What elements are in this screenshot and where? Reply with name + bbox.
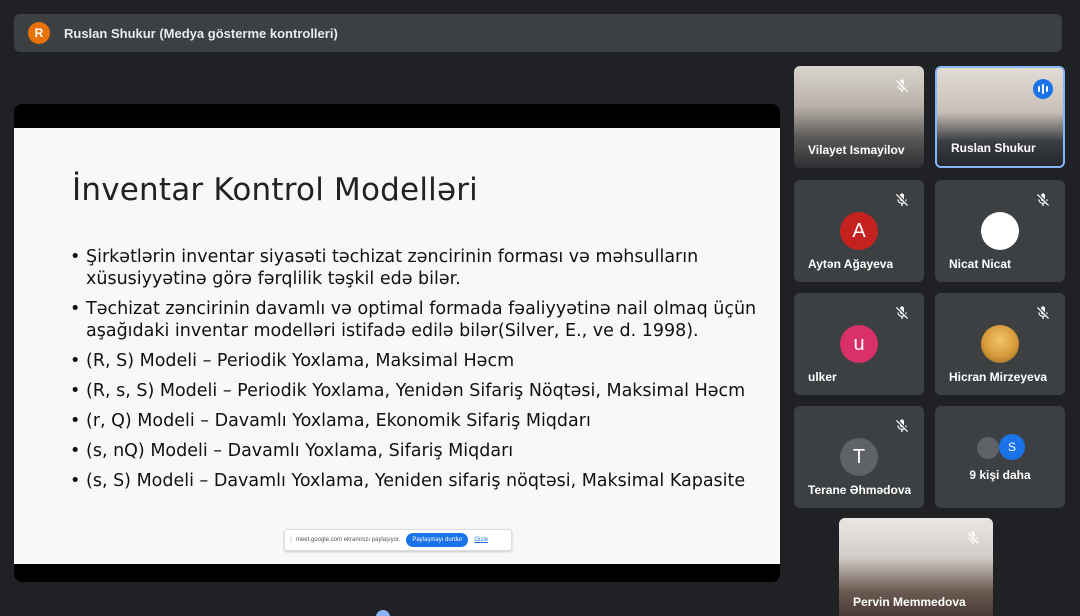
control-indicator-icon[interactable]: [376, 610, 390, 616]
mic-off-icon: [896, 193, 908, 206]
presenter-bar[interactable]: R Ruslan Shukur (Medya gösterme kontroll…: [14, 14, 1062, 52]
participant-name: Terane Əhmədova: [808, 483, 912, 497]
mic-off-icon: [1037, 306, 1049, 319]
mic-off-icon: [896, 79, 908, 92]
avatar: A: [840, 212, 878, 250]
self-view-tile[interactable]: Pervin Memmedova: [839, 518, 993, 616]
slide-bullet: (s, nQ) Modeli – Davamlı Yoxlama, Sifari…: [70, 440, 760, 462]
participant-name: Vilayet Ismayilov: [808, 143, 905, 157]
participant-tile[interactable]: Vilayet Ismayilov: [794, 66, 924, 168]
stop-sharing-button[interactable]: Paylaşmayı durdur: [406, 533, 469, 547]
presenter-title: Ruslan Shukur (Medya gösterme kontroller…: [64, 25, 338, 41]
self-view-name: Pervin Memmedova: [853, 595, 966, 609]
slide-bullet: (R, S) Modeli – Periodik Yoxlama, Maksim…: [70, 350, 760, 372]
share-message: meet.google.com ekranınızı paylaşıyor.: [295, 537, 401, 543]
slide-bullet: (s, S) Modeli – Davamlı Yoxlama, Yeniden…: [70, 470, 760, 492]
audio-level-icon: [1033, 79, 1053, 99]
slide: İnventar Kontrol Modelləri Şirkətlərin i…: [14, 128, 780, 564]
participant-tile[interactable]: Hicran Mirzeyeva: [935, 293, 1065, 395]
avatar: [977, 437, 999, 459]
slide-bullets: Şirkətlərin inventar siyasəti təchizat z…: [70, 246, 760, 500]
avatar: u: [840, 325, 878, 363]
slide-title: İnventar Kontrol Modelləri: [72, 172, 478, 208]
avatar-photo: [981, 325, 1019, 363]
participant-name: Nicat Nicat: [949, 257, 1012, 271]
avatar: S: [999, 434, 1025, 460]
participant-tile[interactable]: u ulker: [794, 293, 924, 395]
slide-bullet: (r, Q) Modeli – Davamlı Yoxlama, Ekonomi…: [70, 410, 760, 432]
presenter-avatar: R: [28, 22, 50, 44]
avatar: HD: [981, 212, 1019, 250]
participant-tile[interactable]: HD Nicat Nicat: [935, 180, 1065, 282]
more-participants-tile[interactable]: S 9 kişi daha: [935, 406, 1065, 508]
meet-window: R Ruslan Shukur (Medya gösterme kontroll…: [0, 0, 1080, 616]
shared-screen: İnventar Kontrol Modelləri Şirkətlərin i…: [14, 104, 780, 582]
mic-off-icon: [896, 306, 908, 319]
avatar: T: [840, 438, 878, 476]
slide-bullet: (R, s, S) Modeli – Periodik Yoxlama, Yen…: [70, 380, 760, 402]
participant-name: Aytən Ağayeva: [808, 257, 894, 271]
hide-notice-link[interactable]: Gizle: [474, 537, 488, 543]
participant-tile-active[interactable]: Ruslan Shukur: [935, 66, 1065, 168]
stacked-avatars: S: [977, 434, 1027, 460]
slide-bullet: Şirkətlərin inventar siyasəti təchizat z…: [70, 246, 760, 290]
participant-name: ulker: [808, 370, 837, 384]
screen-share-notice: ⁞ meet.google.com ekranınızı paylaşıyor.…: [284, 529, 512, 551]
participant-tile[interactable]: T Terane Əhmədova: [794, 406, 924, 508]
slide-bullet: Təchizat zəncirinin davamlı və optimal f…: [70, 298, 760, 342]
participant-tile[interactable]: A Aytən Ağayeva: [794, 180, 924, 282]
more-participants-label: 9 kişi daha: [969, 468, 1031, 482]
mic-off-icon: [1037, 193, 1049, 206]
participant-name: Ruslan Shukur: [951, 141, 1036, 155]
mic-off-icon: [896, 419, 908, 432]
mic-off-icon: [967, 531, 979, 544]
participant-name: Hicran Mirzeyeva: [949, 370, 1048, 384]
drag-handle-icon[interactable]: ⁞: [290, 537, 292, 544]
